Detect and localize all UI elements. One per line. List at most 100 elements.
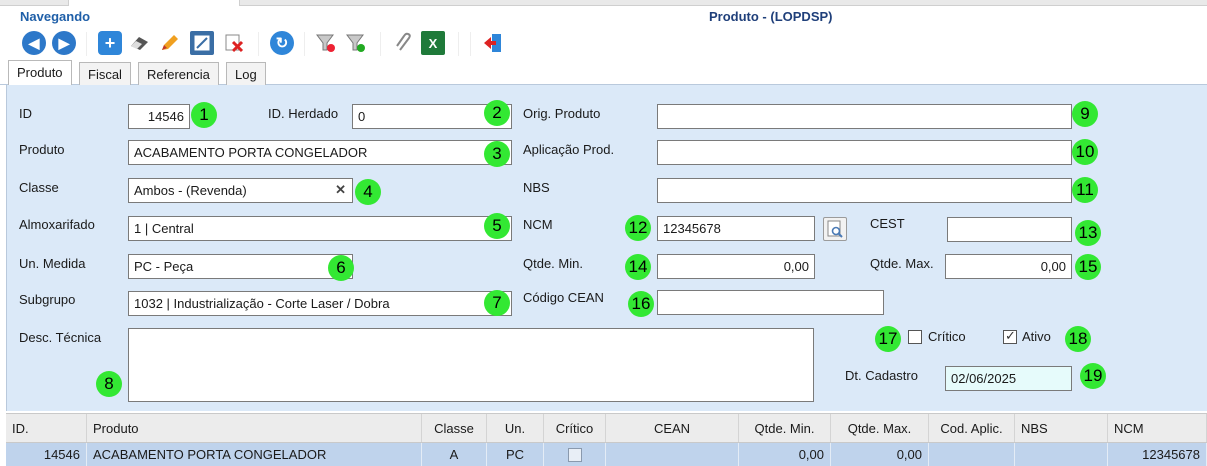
marker-badge: 1 [191,102,217,128]
toolbar-separator [86,32,87,56]
critico-cell-checkbox[interactable] [567,447,582,462]
classe-value: Ambos - (Revenda) [134,183,247,198]
refresh-icon[interactable]: ↻ [270,31,294,55]
aplicacao-prod-label: Aplicação Prod. [523,142,615,157]
nbs-label: NBS [523,180,550,195]
qtde-max-field[interactable]: 0,00 [945,254,1072,279]
subgrupo-field[interactable]: 1032 | Industrialização - Corte Laser / … [128,291,512,316]
cell-classe: A [422,443,487,466]
excel-icon[interactable]: X [421,31,445,55]
desc-tecnica-label: Desc. Técnica [19,330,102,345]
cell-qtde-min: 0,00 [739,443,831,466]
cell-un: PC [487,443,544,466]
cell-cean [606,443,739,466]
ativo-label: Ativo [1022,329,1051,344]
attach-icon[interactable] [392,31,416,55]
column-header[interactable]: Un. [487,414,544,442]
table-row[interactable]: 14546 ACABAMENTO PORTA CONGELADOR A PC 0… [6,443,1207,466]
cell-ncm: 12345678 [1108,443,1207,466]
tab-log[interactable]: Log [226,62,266,85]
orig-produto-field[interactable] [657,104,1072,129]
produto-label: Produto [19,142,65,157]
eraser-icon[interactable] [128,31,152,55]
edit-icon[interactable] [158,31,182,55]
window-title: Produto - (LOPDSP) [709,9,833,24]
critico-label: Crítico [928,329,966,344]
marker-badge: 11 [1072,177,1098,203]
back-icon[interactable]: ◀ [22,31,46,55]
column-header[interactable]: Cod. Aplic. [929,414,1015,442]
toolbar-separator [458,32,459,56]
qtde-min-label: Qtde. Min. [523,256,583,271]
subgrupo-label: Subgrupo [19,292,76,307]
add-icon[interactable]: + [98,31,122,55]
results-grid: ID. Produto Classe Un. Crítico CEAN Qtde… [6,413,1207,466]
marker-badge: 8 [96,371,122,397]
nbs-field[interactable] [657,178,1072,203]
column-header[interactable]: Qtde. Min. [739,414,831,442]
marker-badge: 15 [1075,254,1101,280]
almoxarifado-field[interactable]: 1 | Central [128,216,512,241]
edit-list-icon[interactable] [190,31,214,55]
column-header[interactable]: Classe [422,414,487,442]
cell-qtde-max: 0,00 [831,443,929,466]
toolbar-separator [380,32,381,56]
id-field[interactable]: 14546 [128,104,190,129]
classe-label: Classe [19,180,59,195]
delete-icon[interactable] [222,31,246,55]
cest-field[interactable] [947,217,1072,242]
ncm-label: NCM [523,217,553,232]
toolbar-separator [470,32,471,56]
cell-id: 14546 [6,443,87,466]
marker-badge: 6 [328,255,354,281]
marker-badge: 3 [484,141,510,167]
ativo-checkbox[interactable] [1003,328,1017,344]
marker-badge: 16 [628,291,654,317]
qtde-min-field[interactable]: 0,00 [657,254,815,279]
mode-label: Navegando [20,9,91,24]
ncm-lookup-button[interactable] [823,217,847,241]
column-header[interactable]: NCM [1108,414,1207,442]
orig-produto-label: Orig. Produto [523,106,601,121]
cell-cod-aplic [929,443,1015,466]
marker-badge: 18 [1065,326,1091,352]
dt-cadastro-field[interactable]: 02/06/2025 [945,366,1072,391]
marker-badge: 4 [355,179,381,205]
column-header[interactable]: Crítico [544,414,606,442]
un-medida-label: Un. Medida [19,256,86,271]
classe-field[interactable]: Ambos - (Revenda) ✕ [128,178,353,203]
aplicacao-prod-field[interactable] [657,140,1072,165]
search-icon [827,220,843,238]
clear-icon[interactable]: ✕ [335,182,346,198]
id-herdado-label: ID. Herdado [268,106,339,121]
column-header[interactable]: Qtde. Max. [831,414,929,442]
column-header[interactable]: ID. [6,414,87,442]
produto-field[interactable]: ACABAMENTO PORTA CONGELADOR [128,140,512,165]
marker-badge: 14 [625,254,651,280]
marker-badge: 2 [484,100,510,126]
ncm-field[interactable]: 12345678 [657,216,815,241]
column-header[interactable]: Produto [87,414,422,442]
tab-referencia[interactable]: Referencia [138,62,219,85]
tab-produto[interactable]: Produto [8,60,72,86]
filter-add-icon[interactable] [344,31,368,55]
forward-icon[interactable]: ▶ [52,31,76,55]
marker-badge: 19 [1080,363,1106,389]
form-panel: ID 14546 1 ID. Herdado 0 2 Produto ACABA… [6,85,1207,411]
desc-tecnica-field[interactable] [128,328,814,402]
dt-cadastro-label: Dt. Cadastro [845,368,918,383]
marker-badge: 5 [484,213,510,239]
codigo-cean-field[interactable] [657,290,884,315]
marker-badge: 12 [625,215,651,241]
column-header[interactable]: NBS [1015,414,1108,442]
exit-icon[interactable] [481,31,505,55]
cell-produto: ACABAMENTO PORTA CONGELADOR [87,443,422,466]
marker-badge: 10 [1072,139,1098,165]
cell-nbs [1015,443,1108,466]
un-medida-field[interactable]: PC - Peça [128,254,353,279]
header: Navegando Produto - (LOPDSP) [0,6,1207,28]
critico-checkbox[interactable] [908,330,922,344]
column-header[interactable]: CEAN [606,414,739,442]
filter-clear-icon[interactable] [314,31,338,55]
tab-fiscal[interactable]: Fiscal [79,62,131,85]
